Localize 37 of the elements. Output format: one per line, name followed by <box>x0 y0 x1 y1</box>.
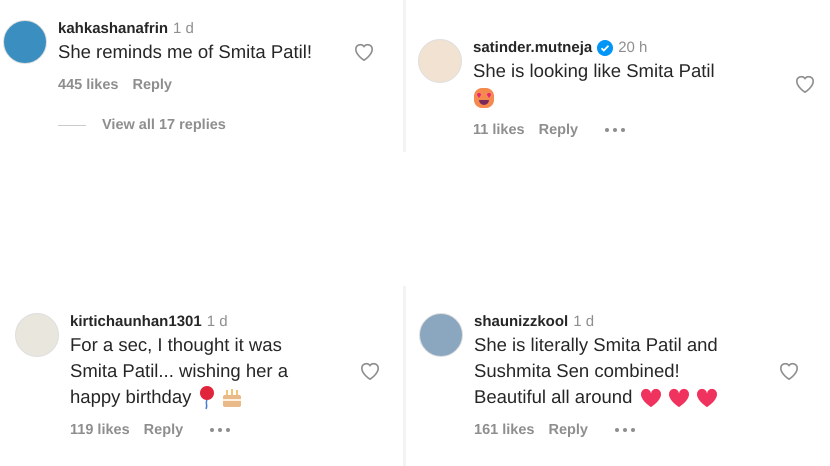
heart-eyes-emoji-icon <box>473 87 495 110</box>
reply-link[interactable]: Reply <box>548 422 588 438</box>
verified-badge-icon <box>597 40 614 56</box>
more-options-icon[interactable] <box>209 427 232 434</box>
reply-link[interactable]: Reply <box>538 122 578 138</box>
more-options-icon[interactable] <box>604 127 626 133</box>
comment-time: 1 d <box>206 313 228 330</box>
username[interactable]: satinder.mutneja <box>473 39 592 56</box>
heart-outline-icon[interactable] <box>794 74 816 94</box>
heart-emoji-icon <box>640 388 662 408</box>
comment-time: 1 d <box>573 313 594 330</box>
comment-time: 20 h <box>618 39 648 56</box>
heart-outline-icon[interactable] <box>778 361 800 381</box>
likes-count[interactable]: 445 likes <box>58 77 118 93</box>
balloon-emoji-icon <box>199 386 216 410</box>
reply-link[interactable]: Reply <box>144 422 184 438</box>
cake-emoji-icon <box>221 386 244 408</box>
more-options-icon[interactable] <box>614 427 636 433</box>
username[interactable]: kahkashanafrin <box>58 20 168 37</box>
username[interactable]: kirtichaunhan1301 <box>70 313 202 330</box>
avatar[interactable] <box>419 313 463 357</box>
likes-count[interactable]: 11 likes <box>473 122 525 138</box>
heart-emoji-icon <box>668 388 690 408</box>
view-replies-link[interactable]: View all 17 replies <box>102 117 226 133</box>
heart-outline-icon[interactable] <box>353 42 375 62</box>
comment-text: She reminds me of Smita Patil! <box>58 40 312 64</box>
comment-time: 1 d <box>173 20 194 37</box>
reply-link[interactable]: Reply <box>132 77 172 93</box>
comment-text: She is looking like Smita Patil <box>473 58 715 110</box>
avatar[interactable] <box>3 20 47 64</box>
likes-count[interactable]: 161 likes <box>474 422 534 438</box>
comment-text: She is literally Smita Patil and Sushmita Sen combined! Beautiful all around <box>474 333 718 410</box>
heart-emoji-icon <box>696 388 718 408</box>
likes-count[interactable]: 119 likes <box>70 422 130 438</box>
comment-text: For a sec, I thought it was Smita Patil... wishing her a happy birthday <box>70 332 288 410</box>
heart-outline-icon[interactable] <box>359 361 381 382</box>
username[interactable]: shaunizzkool <box>474 313 568 330</box>
